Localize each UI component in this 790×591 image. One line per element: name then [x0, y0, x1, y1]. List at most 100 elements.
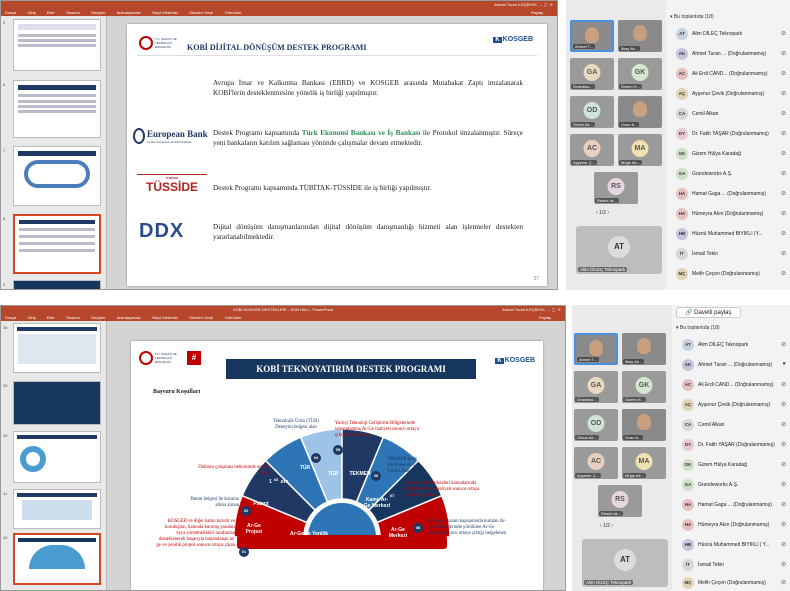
tab-gecisler[interactable]: Geçişler: [91, 10, 106, 15]
active-speaker-tile[interactable]: AT Alim DİLEÇ Teknopark: [576, 226, 662, 274]
participant-row[interactable]: İT İsmail Tekin ⊘: [682, 555, 788, 575]
slide-thumbnails-pane[interactable]: 38 39 40 41 42 43: [1, 321, 107, 590]
participant-row[interactable]: HB Hüsnü Muhammed BIYIKLI (Y... ⊘: [676, 224, 788, 244]
participant-row[interactable]: GK Gizem Hülya Karadağ ⊘: [682, 455, 788, 475]
slide-thumbnail[interactable]: [13, 323, 101, 373]
participant-row[interactable]: AK Ahmet Turan ... (Doğrulanmamış) ⊘: [676, 44, 788, 64]
criteria-label-05: Yurtiçi Teknoloji Geliştirme Bölgelerind…: [335, 421, 419, 438]
participant-row[interactable]: HA Hamat Gaga ... (Doğrulanmamış) ⊘: [682, 495, 788, 515]
participant-tile[interactable]: RS Resmi ok...: [594, 172, 638, 204]
top-user-name[interactable]: Ahmet Turan KOÇBIYIK: [494, 1, 537, 9]
grid-pager[interactable]: ‹ 1/2 ›: [600, 523, 613, 529]
participant-row[interactable]: AK Ahmet Turan ... (Doğrulanmamış) ●: [682, 355, 788, 375]
participant-tile[interactable]: GA Grandwo...: [570, 58, 614, 90]
tab-giris[interactable]: Giriş: [27, 315, 35, 320]
current-slide[interactable]: T.C. SANAYİ VE TEKNOLOJİ BAKANLIĞI # KOB…: [131, 341, 543, 590]
share-button[interactable]: Paylaş: [539, 314, 551, 321]
participant-tile[interactable]: Ozan A...: [618, 96, 662, 128]
speaker-avatar: AT: [608, 236, 630, 258]
participant-row[interactable]: HB Hüsnü Muhammed BIYIKLI | Y... ⊘: [682, 535, 788, 555]
mic-muted-icon: ⊘: [780, 171, 786, 177]
participant-tile[interactable]: GK Gizem H...: [618, 58, 662, 90]
tab-slayt-gosterisi[interactable]: Slayt Gösterisi: [152, 10, 178, 15]
participant-row[interactable]: GA Grandeworks A.Ş. ⊘: [676, 164, 788, 184]
window-controls-icon[interactable]: –▢✕: [540, 1, 555, 9]
tab-ekle[interactable]: Ekle: [47, 10, 55, 15]
tab-giris[interactable]: Giriş: [27, 10, 35, 15]
slide-thumbnail[interactable]: [13, 381, 101, 425]
tab-gorunum[interactable]: Görünüm: [225, 10, 242, 15]
tab-tasarim[interactable]: Tasarım: [66, 315, 80, 320]
tab-gozden-gecir[interactable]: Gözden Geçir: [189, 10, 214, 15]
grid-pager[interactable]: ‹ 1/2 ›: [596, 210, 609, 216]
participant-row[interactable]: CA Cemil Alkan ⊘: [676, 104, 788, 124]
tab-dosya[interactable]: Dosya: [5, 315, 16, 320]
participant-row[interactable]: AC Ali Erdi CAND... (Doğrulanmamış) ⊘: [676, 64, 788, 84]
participant-tile[interactable]: MA Müge Ak...: [618, 134, 662, 166]
participant-row[interactable]: GK Gizem Hülya Karadağ ⊘: [676, 144, 788, 164]
participant-row[interactable]: CA Cemil Alkan ⊘: [682, 415, 788, 435]
slide-edit-area[interactable]: T.C. SANAYİ VE TEKNOLOJİ BAKANLIĞI KOBİ …: [107, 16, 557, 289]
participant-tile[interactable]: Ozan A...: [622, 409, 666, 441]
participant-tile[interactable]: MA Müge Ak...: [622, 447, 666, 479]
participant-row[interactable]: AÇ Ayşenur Çevik (Doğrulanmamış) ⊘: [676, 84, 788, 104]
participant-row[interactable]: HA Hümeyra Akın (Doğrulanmamış) ⊘: [682, 515, 788, 535]
current-slide[interactable]: T.C. SANAYİ VE TEKNOLOJİ BAKANLIĞI KOBİ …: [127, 24, 547, 286]
active-speaker-tile[interactable]: AT Alim DİLEÇ Teknopark: [582, 539, 668, 587]
participants-header[interactable]: ▾ Bu toplantıda (18): [676, 325, 720, 331]
participant-tile[interactable]: OD Orkun Ak...: [570, 96, 614, 128]
tab-dosya[interactable]: Dosya: [5, 10, 16, 15]
slide-thumbnail-selected[interactable]: [13, 214, 101, 274]
criteria-label-06: TEKMER'lerde yürütülen Ar-Ge Yenilik faa…: [387, 457, 423, 474]
participants-header[interactable]: ▾ Bu toplantıda (18): [670, 14, 714, 20]
slide-thumbnail[interactable]: [13, 80, 101, 138]
participant-row[interactable]: GA Grandeworks A.Ş. ⊘: [682, 475, 788, 495]
tab-slayt-gosterisi[interactable]: Slayt Gösterisi: [152, 315, 178, 320]
participant-row[interactable]: HA Hamat Gaga ... (Doğrulanmamış) ⊘: [676, 184, 788, 204]
slide-thumbnail[interactable]: [13, 280, 101, 289]
participant-row[interactable]: AT Alim DİLEÇ Teknopark ⊘: [676, 24, 788, 44]
participant-tile[interactable]: İlkay Ak...: [618, 20, 662, 52]
participant-row[interactable]: AT Alim DİLEÇ Teknopark ⊘: [682, 335, 788, 355]
slide-thumbnails-pane[interactable]: 5 6 7 8 9: [1, 16, 107, 289]
slide-thumbnail-selected[interactable]: [13, 533, 101, 585]
slide-edit-area[interactable]: T.C. SANAYİ VE TEKNOLOJİ BAKANLIĞI # KOB…: [107, 321, 565, 590]
slide-subtitle: Başvuru Koşulları: [153, 389, 201, 395]
bottom-user-name[interactable]: Ahmet Turan KOÇBIYIK: [502, 306, 545, 314]
slide-thumbnail[interactable]: [13, 489, 101, 529]
bottom-window-title: KOBİ KOSGEB DESTEKLERİ - SON HALİ - Powe…: [233, 307, 333, 312]
window-controls-icon[interactable]: –▢✕: [548, 306, 563, 314]
share-button[interactable]: Paylaş: [531, 9, 543, 16]
participant-tile[interactable]: Ahmet T...: [574, 333, 618, 365]
tab-gorunum[interactable]: Görünüm: [225, 315, 242, 320]
tab-animasyonlar[interactable]: Animasyonlar: [117, 315, 141, 320]
participant-tile[interactable]: Ahmet T...: [570, 20, 614, 52]
mic-muted-icon: ⊘: [780, 151, 786, 157]
participant-tile[interactable]: OD Orkun Ak...: [574, 409, 618, 441]
thumb-number: 7: [3, 148, 6, 153]
participant-tile[interactable]: AC Ayşenur Ç...: [570, 134, 614, 166]
participant-row[interactable]: İT İsmail Tekin ⊘: [676, 244, 788, 264]
tab-tasarim[interactable]: Tasarım: [66, 10, 80, 15]
participant-tile[interactable]: İlkay Ak...: [622, 333, 666, 365]
participant-row[interactable]: AÇ Ayşenur Çevik (Doğrulanmamış) ⊘: [682, 395, 788, 415]
participant-row[interactable]: MÇ Melih Çeçen (Doğrulanmamış) ⊘: [682, 573, 788, 591]
participant-row[interactable]: AC Ali Erdi CAND... (Doğrulanmamış) ⊘: [682, 375, 788, 395]
tab-animasyonlar[interactable]: Animasyonlar: [117, 10, 141, 15]
participant-row[interactable]: HA Hümeyra Akın (Doğrulanmamış) ⊘: [676, 204, 788, 224]
participant-tile[interactable]: RS Resmi ok...: [598, 485, 642, 517]
ministry-logo-text: T.C. SANAYİ VE TEKNOLOJİ BAKANLIĞI: [155, 37, 177, 49]
tab-gecisler[interactable]: Geçişler: [91, 315, 106, 320]
kosgeb-mark-icon: K: [493, 37, 502, 43]
participant-tile[interactable]: GA Grandwo...: [574, 371, 618, 403]
slide-thumbnail[interactable]: [13, 431, 101, 483]
tab-gozden-gecir[interactable]: Gözden Geçir: [189, 315, 214, 320]
participant-row[interactable]: DY Dr. Fatih YAŞAR (Doğrulanmamış) ⊘: [676, 124, 788, 144]
slide-thumbnail[interactable]: [13, 19, 101, 71]
participant-tile[interactable]: GK Gizem H...: [622, 371, 666, 403]
tab-ekle[interactable]: Ekle: [47, 315, 55, 320]
slide-thumbnail[interactable]: [13, 146, 101, 206]
participant-tile[interactable]: AC Ayşenur Ç...: [574, 447, 618, 479]
participant-row[interactable]: DY Dr. Fatih YAŞAR (Doğrulanmamış) ⊘: [682, 435, 788, 455]
participant-row[interactable]: MÇ Melih Çeçen (Doğrulanmamış) ⊘: [676, 264, 788, 284]
